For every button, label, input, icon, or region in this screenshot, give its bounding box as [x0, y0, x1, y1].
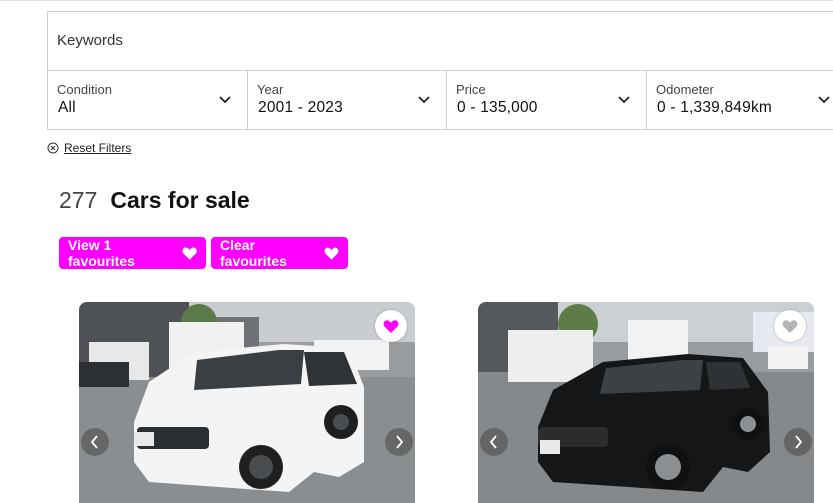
- chevron-down-icon: [618, 96, 630, 104]
- heart-icon: [324, 247, 339, 260]
- chevron-down-icon: [418, 96, 430, 104]
- clear-favourites-button[interactable]: Clear favourites: [211, 237, 348, 269]
- reset-filters-label: Reset Filters: [64, 141, 132, 155]
- chevron-right-icon: [396, 435, 404, 449]
- clear-favourites-label: Clear favourites: [220, 237, 287, 269]
- heart-icon: [782, 319, 798, 333]
- year-filter-value: 2001 - 2023: [258, 99, 343, 116]
- year-filter[interactable]: Year 2001 - 2023: [248, 71, 447, 129]
- favourite-toggle[interactable]: [375, 310, 407, 342]
- chevron-left-icon: [90, 435, 98, 449]
- year-filter-label: Year: [257, 82, 284, 97]
- price-filter-label: Price: [456, 82, 486, 97]
- keywords-input[interactable]: Keywords: [47, 11, 833, 70]
- condition-filter-label: Condition: [57, 82, 112, 97]
- top-divider: [0, 0, 833, 1]
- reset-filters-link[interactable]: Reset Filters: [47, 141, 131, 155]
- price-filter-value: 0 - 135,000: [457, 99, 538, 116]
- price-filter[interactable]: Price 0 - 135,000: [447, 71, 647, 129]
- keywords-placeholder: Keywords: [57, 32, 123, 49]
- close-circle-icon: [47, 142, 59, 154]
- heart-icon: [182, 246, 197, 260]
- chevron-down-icon: [818, 96, 830, 104]
- view-favourites-button[interactable]: View 1 favourites: [59, 237, 206, 269]
- car-photo: [478, 302, 814, 503]
- chevron-left-icon: [489, 435, 497, 449]
- results-heading: 277 Cars for sale: [59, 187, 250, 214]
- results-title: Cars for sale: [110, 187, 250, 213]
- favourite-toggle[interactable]: [774, 310, 806, 342]
- listing-card[interactable]: [79, 302, 415, 503]
- view-favourites-label: View 1 favourites: [68, 237, 135, 269]
- car-photo: [79, 302, 415, 503]
- previous-photo-button[interactable]: [480, 428, 508, 456]
- odometer-filter-value: 0 - 1,339,849km: [657, 99, 773, 116]
- odometer-filter[interactable]: Odometer 0 - 1,339,849km: [647, 71, 833, 129]
- condition-filter-value: All: [58, 99, 76, 116]
- filter-bar: Condition All Year 2001 - 2023 Price 0 -…: [47, 70, 833, 130]
- condition-filter[interactable]: Condition All: [48, 71, 248, 129]
- heart-icon: [383, 319, 399, 333]
- chevron-right-icon: [795, 435, 803, 449]
- next-photo-button[interactable]: [784, 428, 812, 456]
- results-count: 277: [59, 187, 98, 213]
- chevron-down-icon: [219, 96, 231, 104]
- odometer-filter-label: Odometer: [656, 82, 714, 97]
- next-photo-button[interactable]: [385, 428, 413, 456]
- listing-card[interactable]: [478, 302, 814, 503]
- previous-photo-button[interactable]: [81, 428, 109, 456]
